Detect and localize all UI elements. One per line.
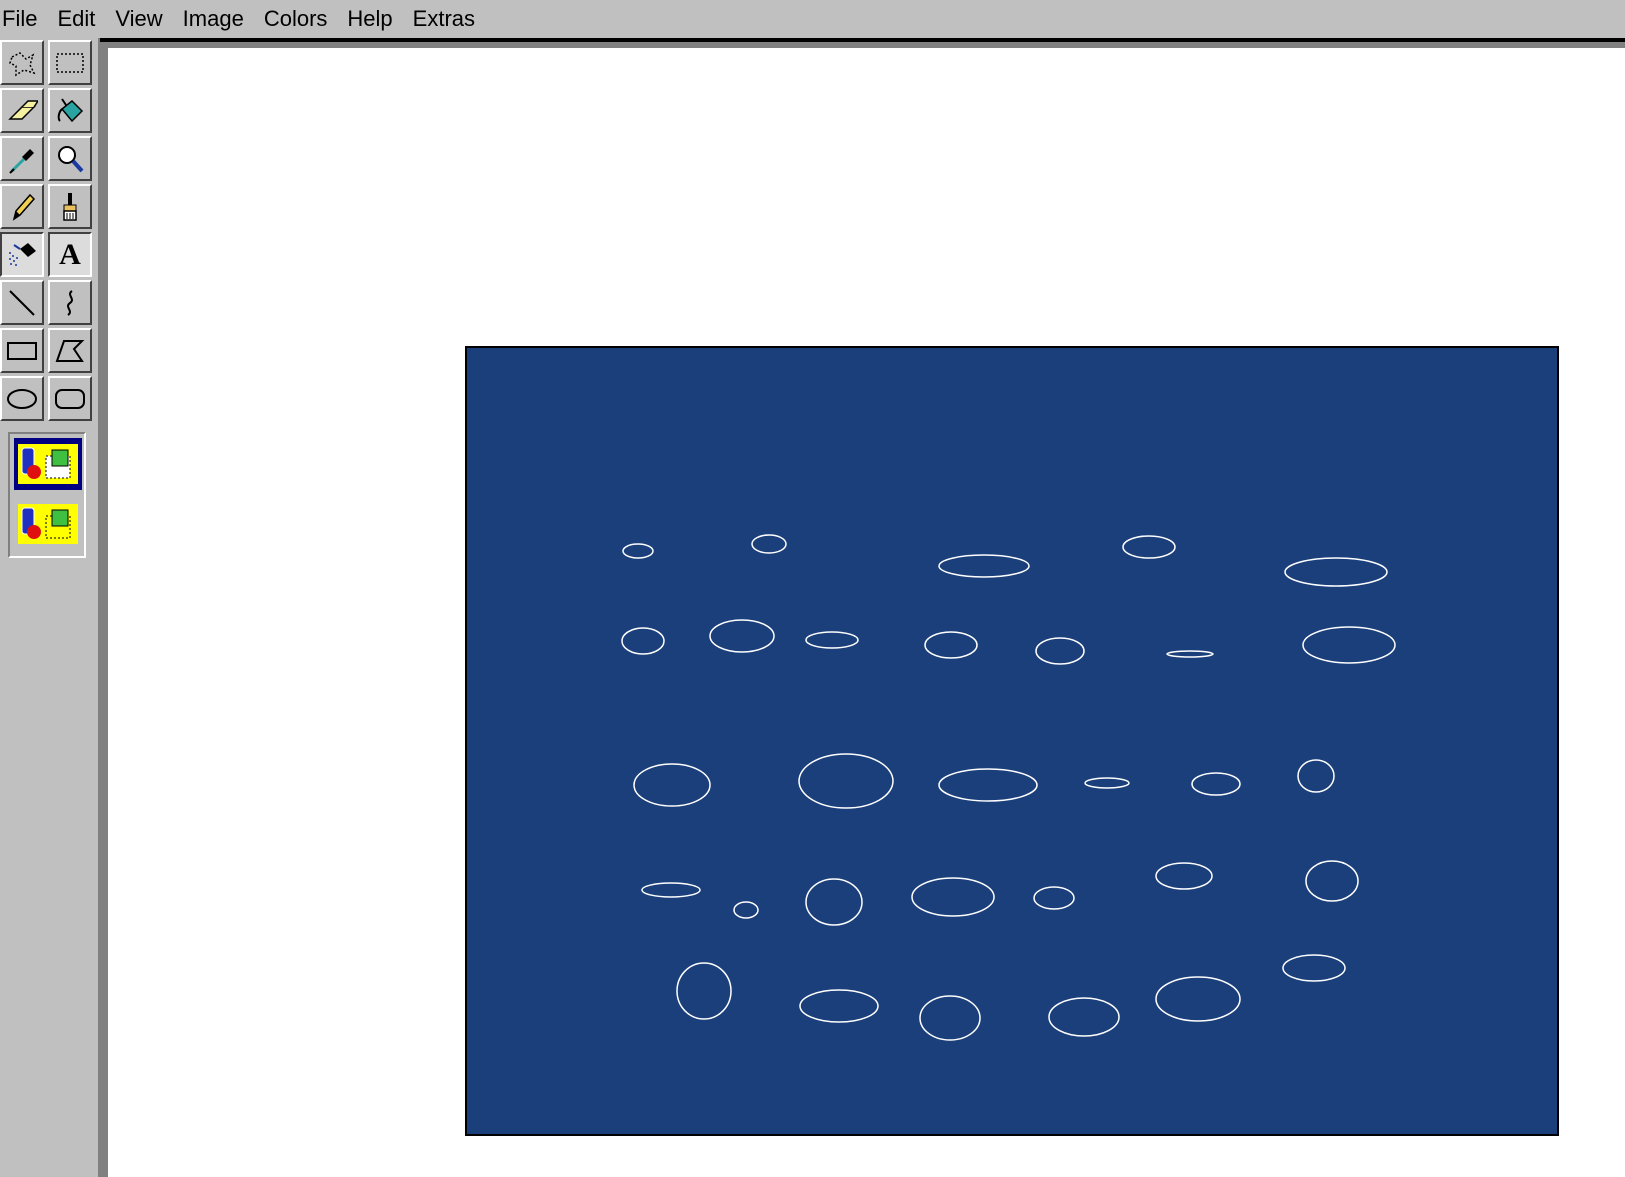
menu-bar: File Edit View Image Colors Help Extras xyxy=(0,0,1625,38)
brush-tool[interactable] xyxy=(48,184,92,229)
curve-icon xyxy=(67,289,73,316)
ellipse-outline xyxy=(1297,759,1335,793)
filled-rectangle-shape xyxy=(465,346,1559,1136)
menu-view[interactable]: View xyxy=(114,6,172,32)
ellipse-outline xyxy=(924,631,978,659)
ellipse-outline xyxy=(751,534,787,554)
fill-bucket-icon xyxy=(57,97,84,122)
ellipse-outline xyxy=(1302,626,1396,664)
polygon-icon xyxy=(55,339,85,362)
rounded-rectangle-tool[interactable] xyxy=(48,376,92,421)
free-form-select-icon xyxy=(9,51,36,76)
line-tool[interactable] xyxy=(0,280,44,325)
ellipse-outline xyxy=(1282,954,1346,982)
menu-extras[interactable]: Extras xyxy=(412,6,485,32)
ellipse-outline xyxy=(1035,637,1085,665)
ellipse-outline xyxy=(938,554,1030,578)
ellipse-outline xyxy=(1155,976,1241,1022)
pencil-icon xyxy=(12,193,36,221)
ellipse-outline xyxy=(1155,862,1213,890)
ellipse-outline xyxy=(621,627,665,655)
airbrush-tool[interactable] xyxy=(0,232,44,277)
ellipse-outline xyxy=(1166,650,1214,658)
menu-colors[interactable]: Colors xyxy=(263,6,338,32)
opaque-background-option[interactable] xyxy=(14,438,82,490)
toolbox: A xyxy=(0,38,100,1177)
ellipse-outline xyxy=(676,962,732,1020)
ellipse-outline xyxy=(709,619,775,653)
color-picker-tool[interactable] xyxy=(0,136,44,181)
fill-bucket-tool[interactable] xyxy=(48,88,92,133)
curve-tool[interactable] xyxy=(48,280,92,325)
rectangle-icon xyxy=(7,341,37,360)
drawing-canvas[interactable] xyxy=(108,48,1625,1177)
polygon-tool[interactable] xyxy=(48,328,92,373)
menu-edit[interactable]: Edit xyxy=(56,6,105,32)
magnifier-tool[interactable] xyxy=(48,136,92,181)
rounded-rectangle-icon xyxy=(55,388,85,409)
ellipse-outline xyxy=(798,753,894,809)
ellipse-outline xyxy=(805,878,863,926)
pencil-tool[interactable] xyxy=(0,184,44,229)
menu-help[interactable]: Help xyxy=(346,6,402,32)
text-icon: A xyxy=(59,237,81,271)
ellipse-outline xyxy=(1048,997,1120,1037)
transparent-background-icon xyxy=(18,504,78,544)
ellipse-outline xyxy=(805,631,859,649)
tool-options-box xyxy=(8,432,86,558)
eraser-tool[interactable] xyxy=(0,88,44,133)
opaque-background-icon xyxy=(18,444,78,484)
menu-image[interactable]: Image xyxy=(182,6,254,32)
menu-file[interactable]: File xyxy=(0,6,47,32)
eraser-icon xyxy=(8,99,38,120)
rectangle-select-tool[interactable] xyxy=(48,40,92,85)
canvas-workspace xyxy=(100,38,1625,1177)
ellipse-outline xyxy=(633,763,711,807)
rectangle-select-icon xyxy=(56,52,84,73)
magnifier-icon xyxy=(58,145,84,172)
ellipse-outline xyxy=(911,877,995,917)
ellipse-outline xyxy=(1191,772,1241,796)
airbrush-icon xyxy=(9,242,36,266)
free-form-select-tool[interactable] xyxy=(0,40,44,85)
ellipse-outline xyxy=(1084,777,1130,789)
ellipse-outline xyxy=(1305,860,1359,902)
ellipse-outline xyxy=(938,768,1038,802)
rectangle-tool[interactable] xyxy=(0,328,44,373)
ellipse-icon xyxy=(7,388,37,409)
brush-icon xyxy=(63,192,77,221)
ellipse-outline xyxy=(1284,557,1388,587)
ellipse-outline xyxy=(799,989,879,1023)
line-icon xyxy=(9,289,35,316)
ellipse-outline xyxy=(919,995,981,1041)
ellipse-outline xyxy=(733,901,759,919)
ellipse-outline xyxy=(641,882,701,898)
ellipse-outline xyxy=(1033,886,1075,910)
color-picker-icon xyxy=(9,148,34,174)
ellipse-tool[interactable] xyxy=(0,376,44,421)
transparent-background-option[interactable] xyxy=(14,498,82,550)
text-tool[interactable]: A xyxy=(48,232,92,277)
ellipse-outline xyxy=(622,543,654,559)
ellipse-outline xyxy=(1122,535,1176,559)
ellipse-outlines xyxy=(621,534,1396,1041)
workspace-border xyxy=(100,38,1625,42)
